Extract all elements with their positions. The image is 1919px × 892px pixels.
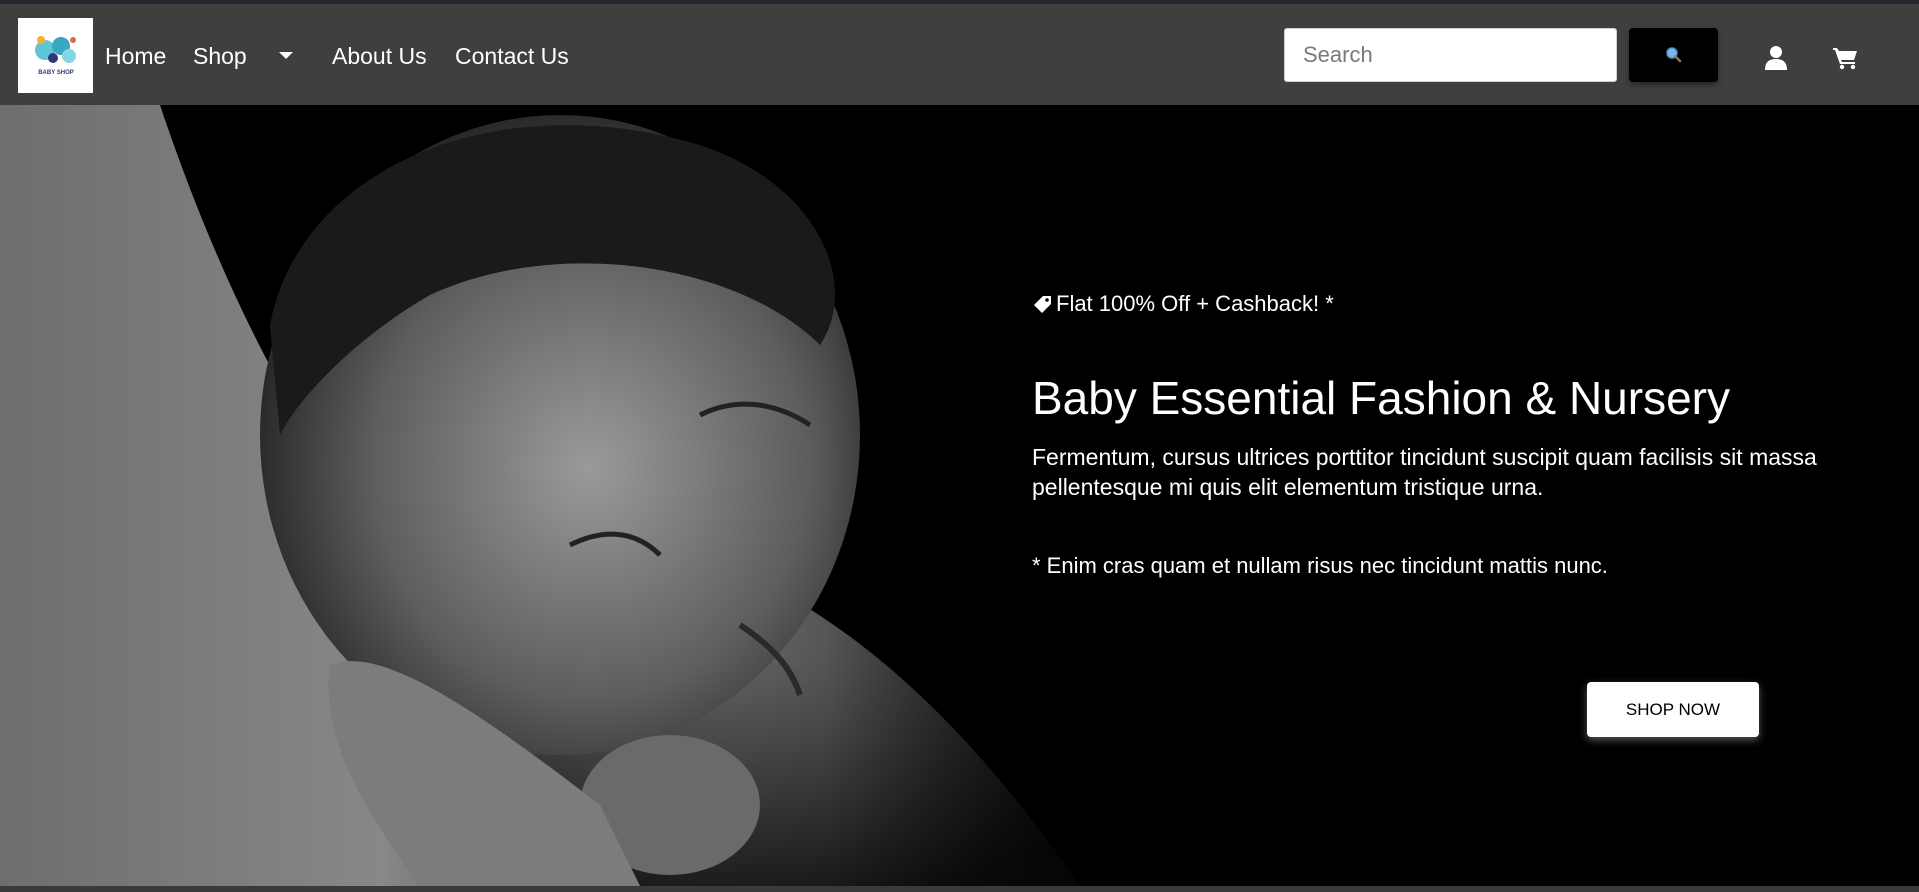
logo-text: BABY SHOP bbox=[38, 70, 74, 76]
hero-title: Baby Essential Fashion & Nursery bbox=[1032, 372, 1730, 424]
site-logo[interactable]: BABY SHOP bbox=[18, 18, 93, 93]
caret-down-icon bbox=[279, 52, 293, 59]
cart-button[interactable] bbox=[1831, 44, 1859, 72]
promo-line: Flat 100% Off + Cashback! * bbox=[1032, 291, 1334, 317]
shop-now-button[interactable]: SHOP NOW bbox=[1587, 682, 1759, 737]
baby-shop-logo-icon: BABY SHOP bbox=[34, 35, 76, 76]
search-button[interactable] bbox=[1629, 28, 1718, 82]
hero-description: Fermentum, cursus ultrices porttitor tin… bbox=[1032, 444, 1817, 500]
tag-icon bbox=[1034, 296, 1051, 313]
nav-home-link[interactable]: Home bbox=[105, 42, 166, 70]
nav-about-link[interactable]: About Us bbox=[332, 42, 427, 70]
shop-dropdown-toggle[interactable] bbox=[276, 40, 296, 70]
top-navbar: BABY SHOP Home Shop About Us Contact Us bbox=[0, 4, 1919, 105]
search-icon bbox=[1665, 47, 1681, 63]
account-button[interactable] bbox=[1762, 44, 1790, 72]
hero-banner: Flat 100% Off + Cashback! * Baby Essenti… bbox=[0, 105, 1919, 886]
hero-baby-photo bbox=[0, 105, 1180, 886]
promo-text: Flat 100% Off + Cashback! * bbox=[1056, 291, 1334, 316]
page-bottom-edge bbox=[0, 886, 1919, 892]
search-input[interactable] bbox=[1284, 28, 1617, 82]
user-icon bbox=[1765, 46, 1787, 70]
hero-note: * Enim cras quam et nullam risus nec tin… bbox=[1032, 553, 1608, 578]
nav-contact-link[interactable]: Contact Us bbox=[455, 42, 569, 70]
nav-shop-link[interactable]: Shop bbox=[193, 42, 247, 70]
cart-icon bbox=[1833, 48, 1857, 70]
